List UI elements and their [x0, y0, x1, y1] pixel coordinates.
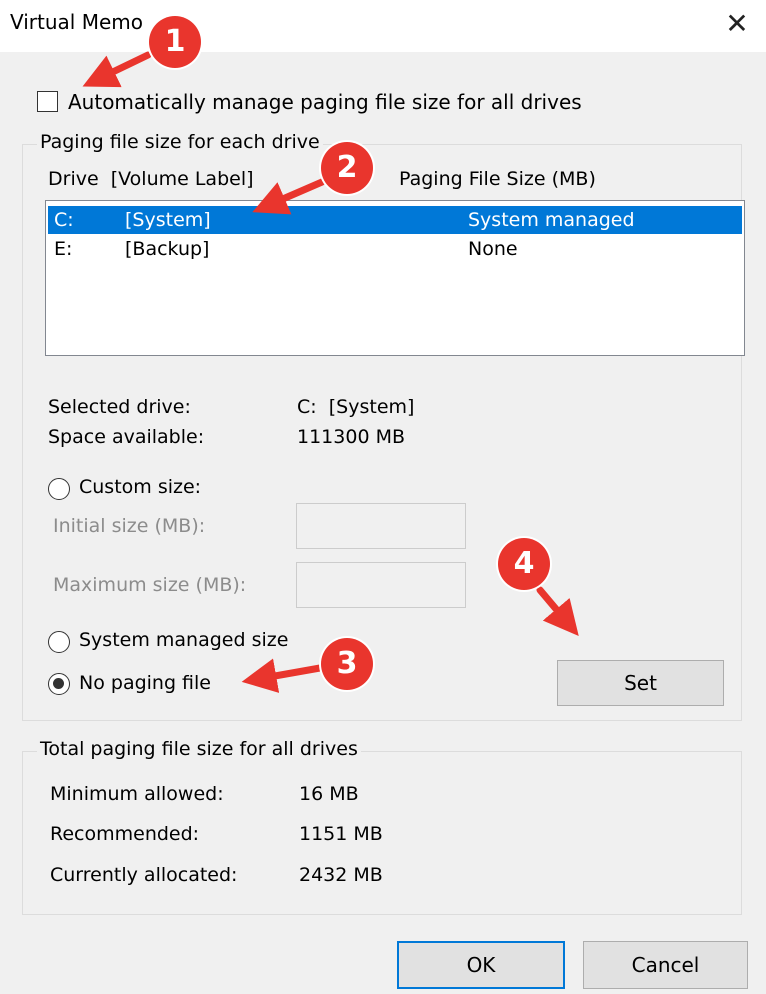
- space-available-label: Space available:: [48, 426, 205, 448]
- minimum-allowed-value: 16 MB: [299, 783, 359, 805]
- cancel-button[interactable]: Cancel: [583, 941, 748, 989]
- title-bar: Virtual Memo ✕: [0, 0, 766, 52]
- auto-manage-checkbox[interactable]: [37, 91, 58, 112]
- drive-volume-label: [System]: [125, 209, 211, 231]
- close-icon[interactable]: ✕: [715, 6, 759, 42]
- arrow-1: [82, 51, 152, 88]
- selected-drive-label: Selected drive:: [48, 396, 191, 418]
- minimum-allowed-label: Minimum allowed:: [50, 783, 224, 805]
- no-paging-label[interactable]: No paging file: [79, 672, 211, 694]
- drive-row-c[interactable]: C: [System] System managed: [48, 206, 742, 234]
- ok-button[interactable]: OK: [397, 941, 565, 989]
- system-managed-radio[interactable]: [48, 631, 70, 653]
- custom-size-radio[interactable]: [48, 478, 70, 500]
- currently-allocated-label: Currently allocated:: [50, 864, 238, 886]
- recommended-label: Recommended:: [50, 823, 200, 845]
- per-drive-legend: Paging file size for each drive: [37, 131, 323, 153]
- drive-column-header: Drive [Volume Label]: [48, 168, 254, 190]
- annotation-badge-1: 1: [149, 16, 201, 68]
- drive-letter: C:: [54, 209, 74, 231]
- annotation-badge-3: 3: [321, 638, 373, 690]
- currently-allocated-value: 2432 MB: [299, 864, 383, 886]
- space-available-value: 111300 MB: [297, 426, 405, 448]
- drive-volume-label: [Backup]: [125, 238, 210, 260]
- drive-list[interactable]: C: [System] System managed E: [Backup] N…: [45, 200, 745, 356]
- no-paging-radio[interactable]: [48, 673, 70, 695]
- totals-legend: Total paging file size for all drives: [37, 738, 361, 760]
- set-button[interactable]: Set: [557, 660, 724, 706]
- recommended-value: 1151 MB: [299, 823, 383, 845]
- drive-size: System managed: [468, 209, 635, 231]
- annotation-badge-4: 4: [498, 538, 550, 590]
- size-column-header: Paging File Size (MB): [399, 168, 596, 190]
- system-managed-label[interactable]: System managed size: [79, 629, 288, 651]
- radio-selected-dot: [53, 678, 64, 689]
- initial-size-label: Initial size (MB):: [53, 515, 206, 537]
- drive-size: None: [468, 238, 518, 260]
- initial-size-input: [296, 503, 466, 549]
- maximum-size-input: [296, 562, 466, 608]
- drive-letter: E:: [54, 238, 73, 260]
- drive-row-e[interactable]: E: [Backup] None: [48, 235, 742, 263]
- annotation-badge-2: 2: [321, 142, 373, 194]
- selected-drive-value: C: [System]: [297, 396, 415, 418]
- custom-size-label[interactable]: Custom size:: [79, 476, 201, 498]
- maximum-size-label: Maximum size (MB):: [53, 574, 247, 596]
- window-title: Virtual Memo: [10, 10, 143, 34]
- auto-manage-label[interactable]: Automatically manage paging file size fo…: [68, 90, 582, 114]
